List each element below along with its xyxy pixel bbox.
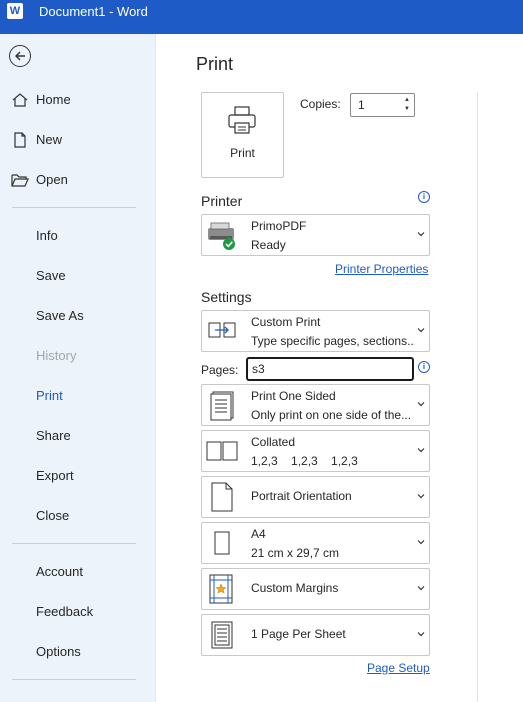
chevron-down-icon: [417, 328, 425, 333]
printer-dropdown[interactable]: PrimoPDF Ready: [201, 214, 430, 256]
custom-print-icon: [208, 322, 236, 338]
preview-divider: [477, 92, 478, 702]
pages-input-value: s3: [252, 362, 265, 376]
back-arrow-icon: [15, 51, 25, 61]
sidebar-item-label: New: [36, 132, 63, 147]
paper-size-icon: [214, 531, 230, 555]
copies-stepper[interactable]: 1 ▲ ▼: [350, 93, 415, 117]
sidebar-item-label: Save: [36, 268, 66, 283]
portrait-icon: [211, 482, 233, 512]
chevron-down-icon: [417, 632, 425, 637]
collation-dropdown[interactable]: Collated 1,2,3 1,2,3 1,2,3: [201, 430, 430, 472]
paper-size-title: A4: [251, 527, 266, 541]
printer-properties-link[interactable]: Printer Properties: [335, 262, 428, 276]
sidebar-item-label: Feedback: [36, 604, 94, 619]
print-panel: Print Print Copies: 1 ▲ ▼ Printer i Prim…: [156, 34, 523, 702]
folder-open-icon: [11, 174, 29, 187]
sidebar-divider: [12, 543, 136, 544]
sidebar-item-label: Home: [36, 92, 71, 107]
sidebar-item-label: Open: [36, 172, 68, 187]
page-setup-link[interactable]: Page Setup: [367, 661, 430, 675]
sidebar-item-share[interactable]: Share: [0, 422, 155, 450]
home-icon: [12, 93, 28, 107]
sides-title: Print One Sided: [251, 389, 336, 403]
printer-heading: Printer: [201, 193, 243, 209]
sidebar-item-account[interactable]: Account: [0, 558, 155, 586]
decrement-icon[interactable]: ▼: [404, 106, 410, 113]
backstage-sidebar: Home New Open Info Save Save As History …: [0, 34, 156, 702]
printer-status: Ready: [251, 238, 286, 252]
sidebar-item-label: Save As: [36, 308, 84, 323]
print-button-label: Print: [230, 146, 255, 160]
sidebar-item-feedback[interactable]: Feedback: [0, 598, 155, 626]
sidebar-item-save-as[interactable]: Save As: [0, 302, 155, 330]
chevron-down-icon: [417, 540, 425, 545]
sidebar-divider: [12, 679, 136, 680]
sidebar-item-info[interactable]: Info: [0, 222, 155, 250]
sidebar-item-label: Print: [36, 388, 63, 403]
settings-heading: Settings: [201, 289, 252, 305]
sidebar-item-label: Share: [36, 428, 71, 443]
chevron-down-icon: [417, 448, 425, 453]
one-sided-icon: [210, 391, 234, 421]
sidebar-item-export[interactable]: Export: [0, 462, 155, 490]
sidebar-divider: [12, 207, 136, 208]
copies-label: Copies:: [300, 97, 341, 111]
sidebar-item-label: Close: [36, 508, 70, 523]
sidebar-item-open[interactable]: Open: [0, 166, 155, 194]
chevron-down-icon: [417, 494, 425, 499]
sidebar-item-label: Export: [36, 468, 74, 483]
margins-title: Custom Margins: [251, 581, 339, 595]
sidebar-item-label: History: [36, 348, 77, 363]
info-icon[interactable]: i: [418, 361, 430, 373]
pages-input[interactable]: s3: [246, 357, 414, 381]
orientation-title: Portrait Orientation: [251, 489, 352, 503]
sidebar-item-label: Account: [36, 564, 83, 579]
custom-margins-icon: [209, 574, 233, 604]
pages-per-sheet-dropdown[interactable]: 1 Page Per Sheet: [201, 614, 430, 656]
pages-label: Pages:: [201, 363, 239, 377]
collation-subtitle: 1,2,3 1,2,3 1,2,3: [251, 454, 358, 468]
title-bar: W Document1 - Word: [0, 0, 523, 34]
collation-title: Collated: [251, 435, 296, 449]
sidebar-item-label: Options: [36, 644, 81, 659]
sides-subtitle: Only print on one side of the...: [251, 408, 412, 422]
back-button[interactable]: [9, 45, 31, 67]
paper-size-dropdown[interactable]: A4 21 cm x 29,7 cm: [201, 522, 430, 564]
collated-icon: [206, 441, 238, 461]
increment-icon[interactable]: ▲: [404, 97, 410, 104]
sidebar-item-home[interactable]: Home: [0, 86, 155, 114]
sidebar-item-label: Info: [36, 228, 58, 243]
print-button[interactable]: Print: [201, 92, 284, 178]
window-title: Document1 - Word: [39, 4, 148, 19]
print-range-title: Custom Print: [251, 315, 321, 329]
printer-name: PrimoPDF: [251, 219, 307, 233]
orientation-dropdown[interactable]: Portrait Orientation: [201, 476, 430, 518]
chevron-down-icon: [417, 232, 425, 237]
word-logo-icon: W: [7, 3, 23, 19]
page-title: Print: [196, 54, 234, 74]
sidebar-item-save[interactable]: Save: [0, 262, 155, 290]
copies-value: 1: [358, 98, 365, 112]
printer-icon: [228, 106, 256, 134]
info-icon[interactable]: i: [418, 191, 430, 203]
sides-dropdown[interactable]: Print One Sided Only print on one side o…: [201, 384, 430, 426]
paper-size-subtitle: 21 cm x 29,7 cm: [251, 546, 340, 560]
sidebar-item-new[interactable]: New: [0, 126, 155, 154]
margins-dropdown[interactable]: Custom Margins: [201, 568, 430, 610]
page-per-sheet-icon: [211, 621, 233, 649]
print-range-dropdown[interactable]: Custom Print Type specific pages, sectio…: [201, 310, 430, 352]
new-document-icon: [14, 132, 26, 148]
pages-per-sheet-title: 1 Page Per Sheet: [251, 627, 346, 641]
sidebar-item-options[interactable]: Options: [0, 638, 155, 666]
sidebar-item-history: History: [0, 342, 155, 370]
printer-device-icon: [208, 222, 235, 250]
chevron-down-icon: [417, 586, 425, 591]
sidebar-item-print[interactable]: Print: [0, 382, 155, 410]
print-range-subtitle: Type specific pages, sections...: [251, 334, 415, 348]
chevron-down-icon: [417, 402, 425, 407]
sidebar-item-close[interactable]: Close: [0, 502, 155, 530]
